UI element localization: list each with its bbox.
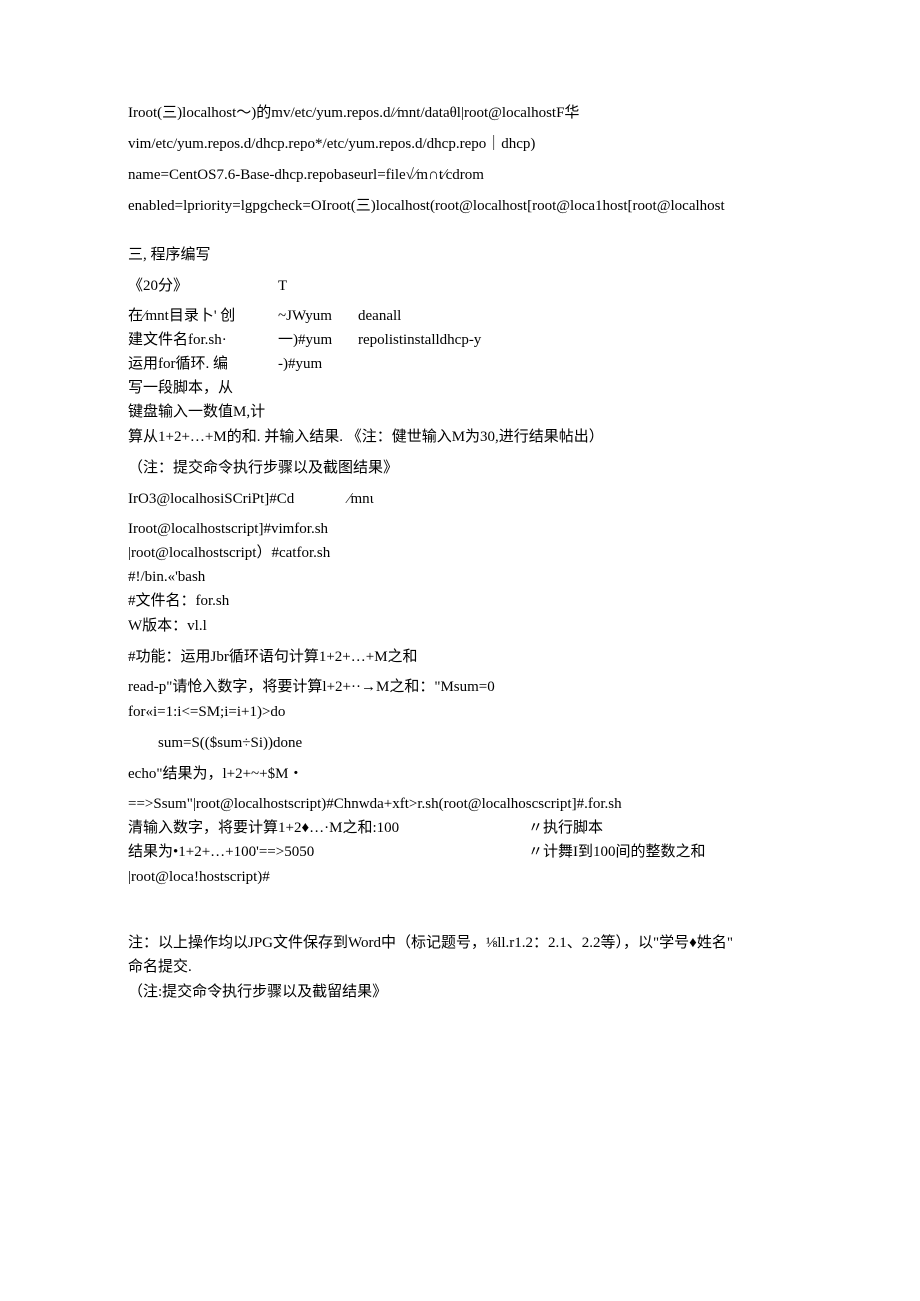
section-title: 三, 程序编写 [128, 242, 792, 269]
text-line: （注:提交命令执行步骤以及截留结果》 [128, 979, 792, 1006]
text-line: 命名提交. [128, 955, 792, 979]
col-right-text: deanall [358, 304, 792, 328]
col-left-text: 在∕mnt目录卜' 创 [128, 304, 278, 328]
text-line: 注：以上操作均以JPG文件保存到Word中（标记题号，⅛ll.r1.2：2.1、… [128, 931, 792, 955]
multi-col-row: 键盘输入一数值M,计 [128, 400, 792, 424]
note-row: 清输入数字，将要计算1+2♦…·M之和:100 〃执行脚本 [128, 816, 792, 840]
text-line: for«i=1:i<=SM;i=i+1)>do [128, 699, 792, 726]
text-line: #文件名：for.sh [128, 589, 792, 613]
text-line: echo"结果为，l+2+~+$M・ [128, 761, 792, 788]
col-left-text: 键盘输入一数值M,计 [128, 400, 265, 424]
t-mark: T [278, 273, 287, 300]
text-line: （注：提交命令执行步骤以及截图结果》 [128, 455, 792, 482]
note-left: 清输入数字，将要计算1+2♦…·M之和:100 [128, 816, 528, 840]
col-mid-text: ~JWyum [278, 304, 358, 328]
text-line: #功能：运用Jbr循环语句计算1+2+…+M之和 [128, 644, 792, 671]
cmd-right: ∕mnι [348, 486, 374, 513]
score-label: 《20分》 [128, 273, 278, 300]
multi-col-row: 建文件名for.sh· 一)#yum repolistinstalldhcp-y [128, 328, 792, 352]
text-line: |root@loca!hostscript)# [128, 864, 792, 891]
note-right: 〃计舞I到100间的整数之和 [528, 840, 792, 864]
text-line: sum=S(($sum÷Si))done [128, 730, 792, 757]
note-row: 结果为•1+2+…+100'==>5050 〃计舞I到100间的整数之和 [128, 840, 792, 864]
note-left: 结果为•1+2+…+100'==>5050 [128, 840, 528, 864]
text-line: Iroot@localhostscript]#vimfor.sh [128, 517, 792, 541]
col-left-text: 写一段脚本，从 [128, 376, 278, 400]
text-line: vim/etc/yum.repos.d/dhcp.repo*/etc/yum.r… [128, 131, 792, 158]
col-right-text: repolistinstalldhcp-y [358, 328, 792, 352]
note-right: 〃执行脚本 [528, 816, 792, 840]
text-line: IrO3@localhosiSCriPt]#Cd ∕mnι [128, 486, 792, 513]
text-line: enabled=lpriority=lgpgcheck=OIroot(三)loc… [128, 193, 792, 220]
text-line: Iroot(三)localhost〜)的mv/etc/yum.repos.d/∕… [128, 100, 792, 127]
col-mid-text: 一)#yum [278, 328, 358, 352]
text-line: #!/bin.«'bash [128, 565, 792, 589]
col-left-text: 运用for循环. 编 [128, 352, 278, 376]
text-line: 算从1+2+…+M的和. 并输入结果. 《注：健世输入M为30,进行结果帖出） [128, 424, 792, 451]
text-line: |root@localhostscript）#catfor.sh [128, 541, 792, 565]
text-line: read-p"请怆入数字，将要计算l+2+··→M之和："Msum=0 [128, 675, 792, 699]
col-left-text: 建文件名for.sh· [128, 328, 278, 352]
score-row: 《20分》 T [128, 273, 792, 300]
text-line: name=CentOS7.6-Base-dhcp.repobaseurl=fil… [128, 162, 792, 189]
multi-col-row: 运用for循环. 编 -)#yum [128, 352, 792, 376]
cmd-left: IrO3@localhosiSCriPt]#Cd [128, 486, 348, 513]
col-mid-text: -)#yum [278, 352, 358, 376]
multi-col-row: 在∕mnt目录卜' 创 ~JWyum deanall [128, 304, 792, 328]
text-line: W版本：vl.l [128, 613, 792, 640]
text-line: ==>Ssum"|root@localhostscript)#Chnwda+xf… [128, 792, 792, 816]
multi-col-row: 写一段脚本，从 [128, 376, 792, 400]
